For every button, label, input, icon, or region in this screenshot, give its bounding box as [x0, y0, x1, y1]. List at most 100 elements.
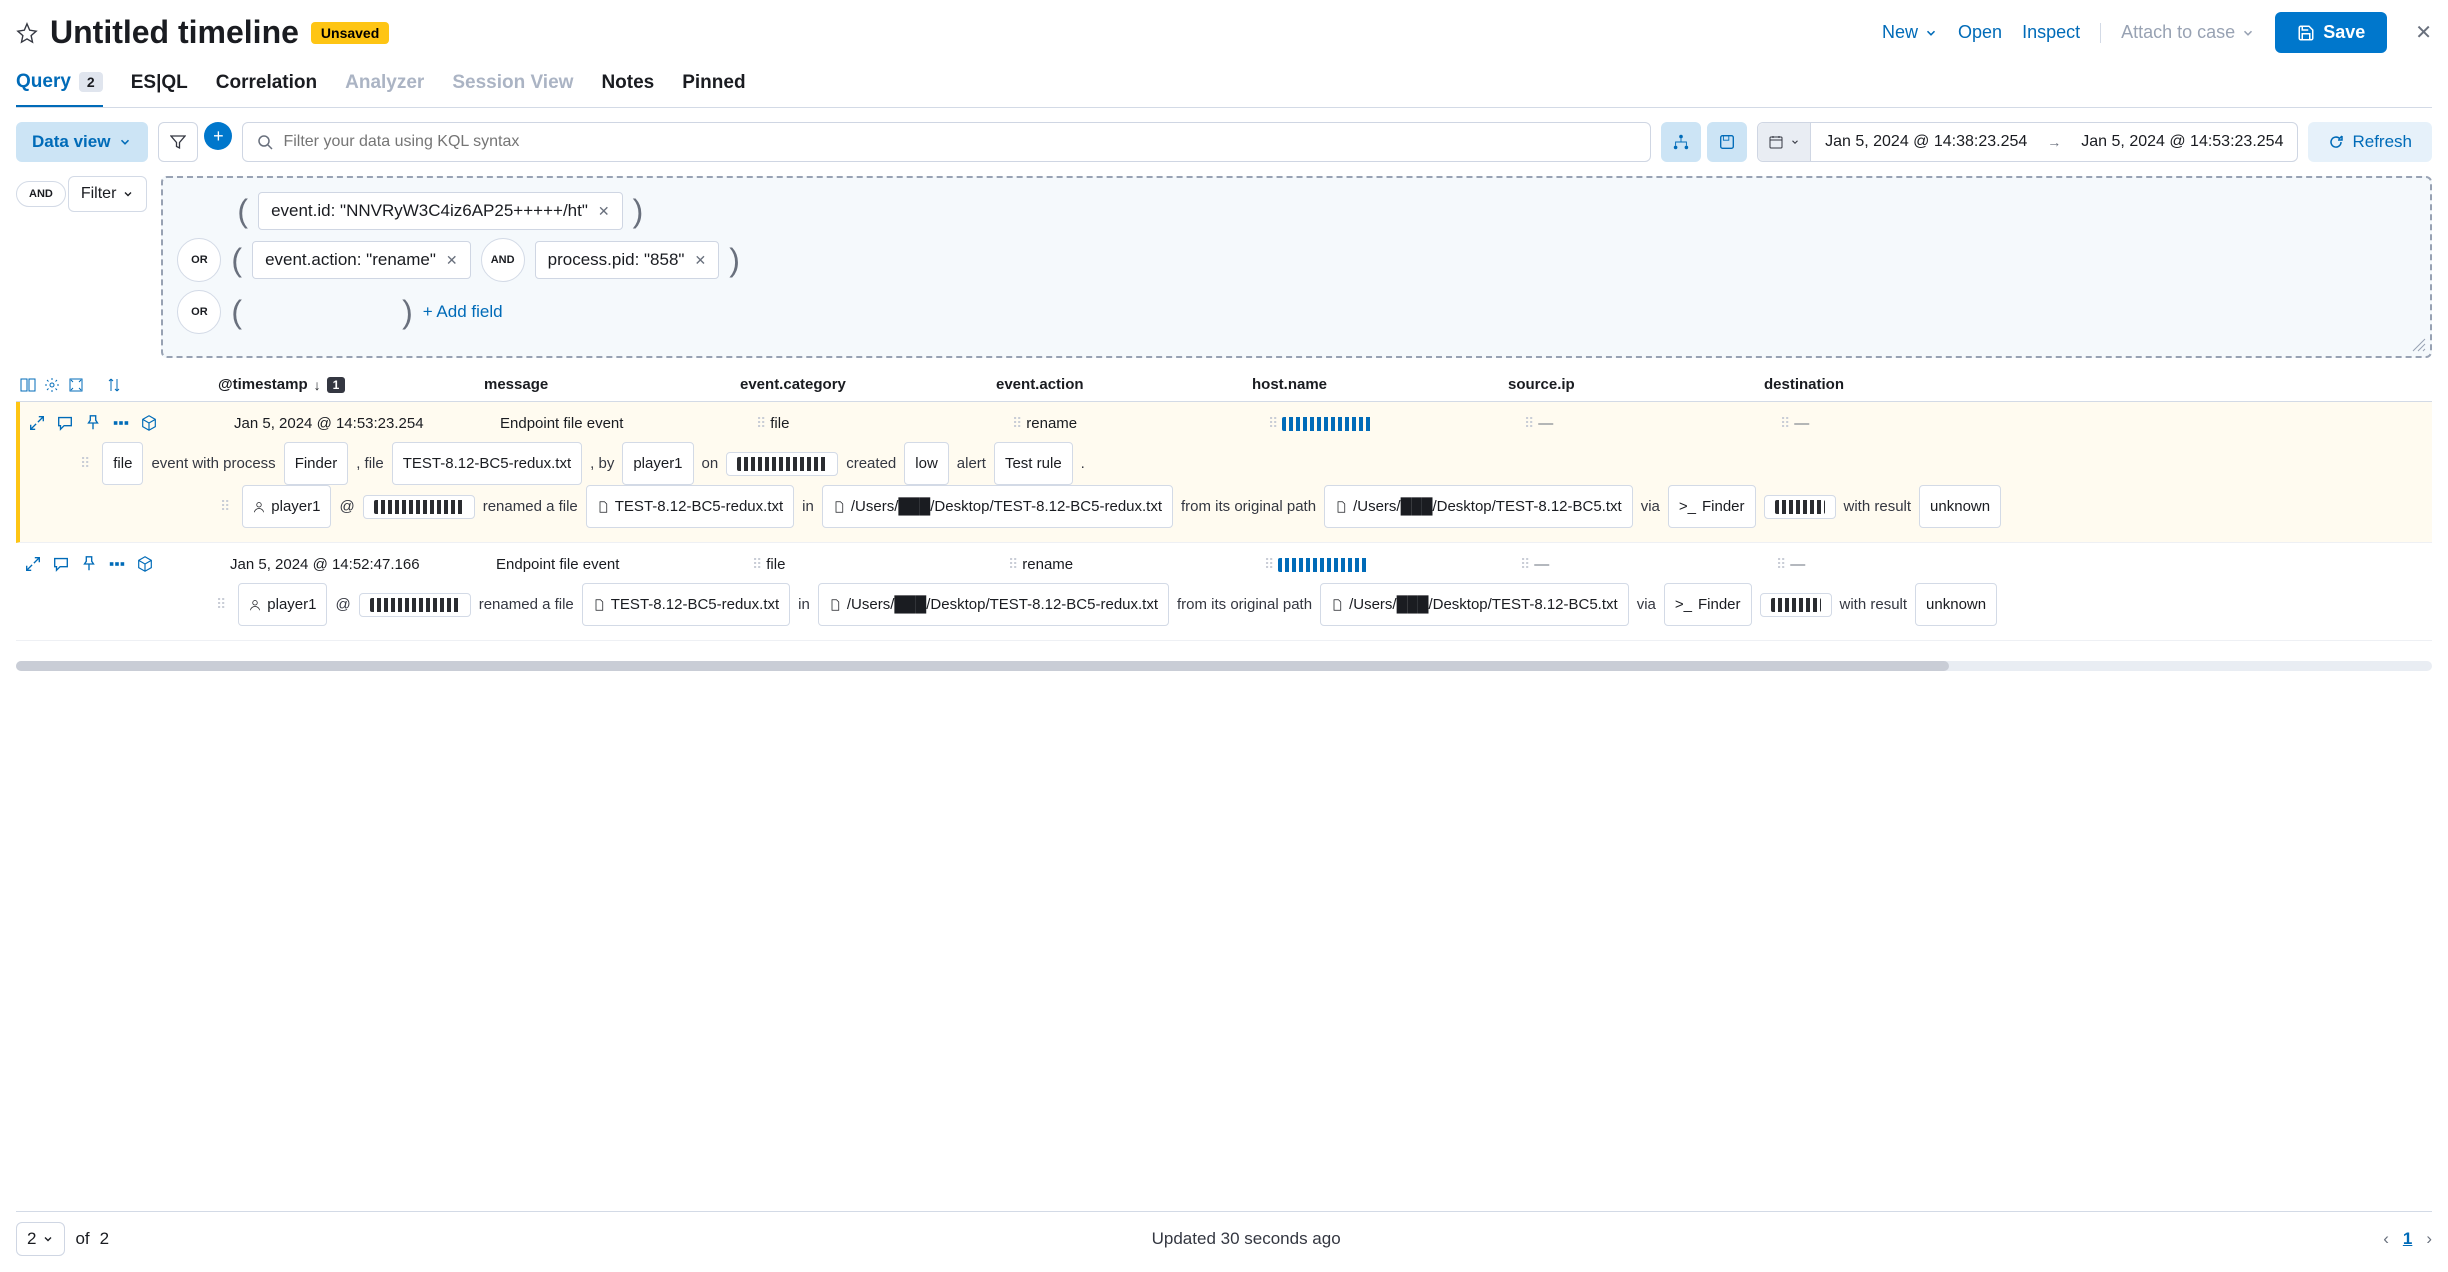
col-event-action[interactable]: event.action: [996, 376, 1246, 393]
chip-process[interactable]: >_ Finder: [1664, 583, 1752, 626]
kql-search[interactable]: [242, 122, 1651, 162]
logic-or-pill[interactable]: OR: [177, 238, 221, 282]
more-icon[interactable]: [108, 555, 126, 573]
chip-file[interactable]: file: [102, 442, 143, 485]
chip-original-path[interactable]: /Users/███/Desktop/TEST-8.12-BC5.txt: [1324, 485, 1633, 528]
drag-handle-icon[interactable]: ⠿: [1780, 415, 1790, 431]
tab-correlation[interactable]: Correlation: [216, 71, 317, 107]
drag-handle-icon[interactable]: ⠿: [1008, 556, 1018, 572]
remove-pill-icon[interactable]: ✕: [446, 252, 458, 269]
current-page[interactable]: 1: [2403, 1229, 2412, 1249]
date-from[interactable]: Jan 5, 2024 @ 14:38:23.254: [1811, 133, 2041, 151]
next-page-button[interactable]: ›: [2426, 1229, 2432, 1249]
fullscreen-icon[interactable]: [68, 377, 84, 393]
chip-path[interactable]: /Users/███/Desktop/TEST-8.12-BC5-redux.t…: [818, 583, 1169, 626]
drag-handle-icon[interactable]: ⠿: [80, 448, 90, 479]
more-icon[interactable]: [112, 414, 130, 432]
drag-handle-icon[interactable]: ⠿: [752, 556, 762, 572]
pin-icon[interactable]: [80, 555, 98, 573]
hierarchy-icon-button[interactable]: [1661, 122, 1701, 162]
remove-pill-icon[interactable]: ✕: [598, 203, 610, 220]
filter-pill-event-id[interactable]: event.id: "NNVRyW3C4iz6AP25+++++/ht"✕: [258, 192, 623, 230]
chip-user[interactable]: player1: [238, 583, 327, 626]
drag-handle-icon[interactable]: ⠿: [216, 589, 226, 620]
open-button[interactable]: Open: [1958, 22, 2002, 43]
col-event-category[interactable]: event.category: [740, 376, 990, 393]
save-button[interactable]: Save: [2275, 12, 2387, 53]
chip-result[interactable]: unknown: [1915, 583, 1997, 626]
cube-icon[interactable]: [140, 414, 158, 432]
tab-esql[interactable]: ES|QL: [131, 71, 188, 107]
logic-or-pill[interactable]: OR: [177, 290, 221, 334]
page-size-select[interactable]: 2: [16, 1222, 65, 1256]
chip-host[interactable]: [359, 593, 471, 617]
chip-host[interactable]: [726, 452, 838, 476]
prev-page-button[interactable]: ‹: [2383, 1229, 2389, 1249]
kql-input[interactable]: [283, 133, 1636, 151]
chip-hash[interactable]: [1764, 495, 1836, 519]
chip-user[interactable]: player1: [622, 442, 693, 485]
date-range-picker[interactable]: Jan 5, 2024 @ 14:38:23.254 → Jan 5, 2024…: [1757, 122, 2298, 162]
drag-handle-icon[interactable]: ⠿: [1520, 556, 1530, 572]
chip-filename[interactable]: TEST-8.12-BC5-redux.txt: [392, 442, 582, 485]
chip-user[interactable]: player1: [242, 485, 331, 528]
new-button[interactable]: New: [1882, 22, 1938, 43]
fields-icon[interactable]: [20, 377, 36, 393]
col-destination-ip[interactable]: destination: [1764, 376, 2432, 393]
chip-filename[interactable]: TEST-8.12-BC5-redux.txt: [586, 485, 794, 528]
tab-query[interactable]: Query2: [16, 71, 103, 107]
expand-icon[interactable]: [28, 414, 46, 432]
pin-icon[interactable]: [84, 414, 102, 432]
inspect-button[interactable]: Inspect: [2022, 22, 2080, 43]
drag-handle-icon[interactable]: ⠿: [1264, 556, 1274, 572]
filter-icon-button[interactable]: [158, 122, 198, 162]
filter-dropdown[interactable]: Filter: [68, 176, 148, 212]
filter-pill-event-action[interactable]: event.action: "rename"✕: [252, 241, 471, 279]
resize-handle-icon[interactable]: [2412, 338, 2426, 352]
logic-and-pill[interactable]: AND: [16, 181, 66, 207]
col-message[interactable]: message: [484, 376, 734, 393]
chip-hash[interactable]: [1760, 593, 1832, 617]
chip-host[interactable]: [363, 495, 475, 519]
gear-icon[interactable]: [44, 377, 60, 393]
col-host-name[interactable]: host.name: [1252, 376, 1502, 393]
close-icon[interactable]: ✕: [2415, 20, 2432, 45]
data-view-button[interactable]: Data view: [16, 122, 148, 162]
comment-icon[interactable]: [56, 414, 74, 432]
chip-result[interactable]: unknown: [1919, 485, 2001, 528]
date-to[interactable]: Jan 5, 2024 @ 14:53:23.254: [2067, 133, 2297, 151]
drag-handle-icon[interactable]: ⠿: [756, 415, 766, 431]
add-field-button[interactable]: + Add field: [423, 302, 503, 322]
chip-process[interactable]: >_ Finder: [1668, 485, 1756, 528]
logic-and-pill[interactable]: AND: [481, 238, 525, 282]
drag-handle-icon[interactable]: ⠿: [1776, 556, 1786, 572]
chip-process[interactable]: Finder: [284, 442, 349, 485]
chip-filename[interactable]: TEST-8.12-BC5-redux.txt: [582, 583, 790, 626]
horizontal-scrollbar[interactable]: [16, 661, 2432, 671]
drag-handle-icon[interactable]: ⠿: [1268, 415, 1278, 431]
chip-original-path[interactable]: /Users/███/Desktop/TEST-8.12-BC5.txt: [1320, 583, 1629, 626]
comment-icon[interactable]: [52, 555, 70, 573]
calendar-trigger[interactable]: [1758, 123, 1811, 161]
chip-path[interactable]: /Users/███/Desktop/TEST-8.12-BC5-redux.t…: [822, 485, 1173, 528]
refresh-button[interactable]: Refresh: [2308, 122, 2432, 162]
save-query-icon-button[interactable]: [1707, 122, 1747, 162]
tab-pinned[interactable]: Pinned: [682, 71, 745, 107]
tab-notes[interactable]: Notes: [601, 71, 654, 107]
cube-icon[interactable]: [136, 555, 154, 573]
filter-pill-process-pid[interactable]: process.pid: "858"✕: [535, 241, 720, 279]
remove-pill-icon[interactable]: ✕: [694, 252, 706, 269]
add-filter-button[interactable]: +: [204, 122, 232, 150]
favorite-star-icon[interactable]: [16, 22, 38, 44]
drag-handle-icon[interactable]: ⠿: [220, 491, 230, 522]
col-timestamp[interactable]: @timestamp ↓ 1: [218, 376, 478, 393]
chip-severity[interactable]: low: [904, 442, 949, 485]
expand-icon[interactable]: [24, 555, 42, 573]
attach-to-case-button[interactable]: Attach to case: [2121, 22, 2255, 43]
chip-rule[interactable]: Test rule: [994, 442, 1073, 485]
scrollbar-thumb[interactable]: [16, 661, 1949, 671]
drag-handle-icon[interactable]: ⠿: [1012, 415, 1022, 431]
sort-icon[interactable]: [106, 377, 122, 393]
drag-handle-icon[interactable]: ⠿: [1524, 415, 1534, 431]
col-source-ip[interactable]: source.ip: [1508, 376, 1758, 393]
